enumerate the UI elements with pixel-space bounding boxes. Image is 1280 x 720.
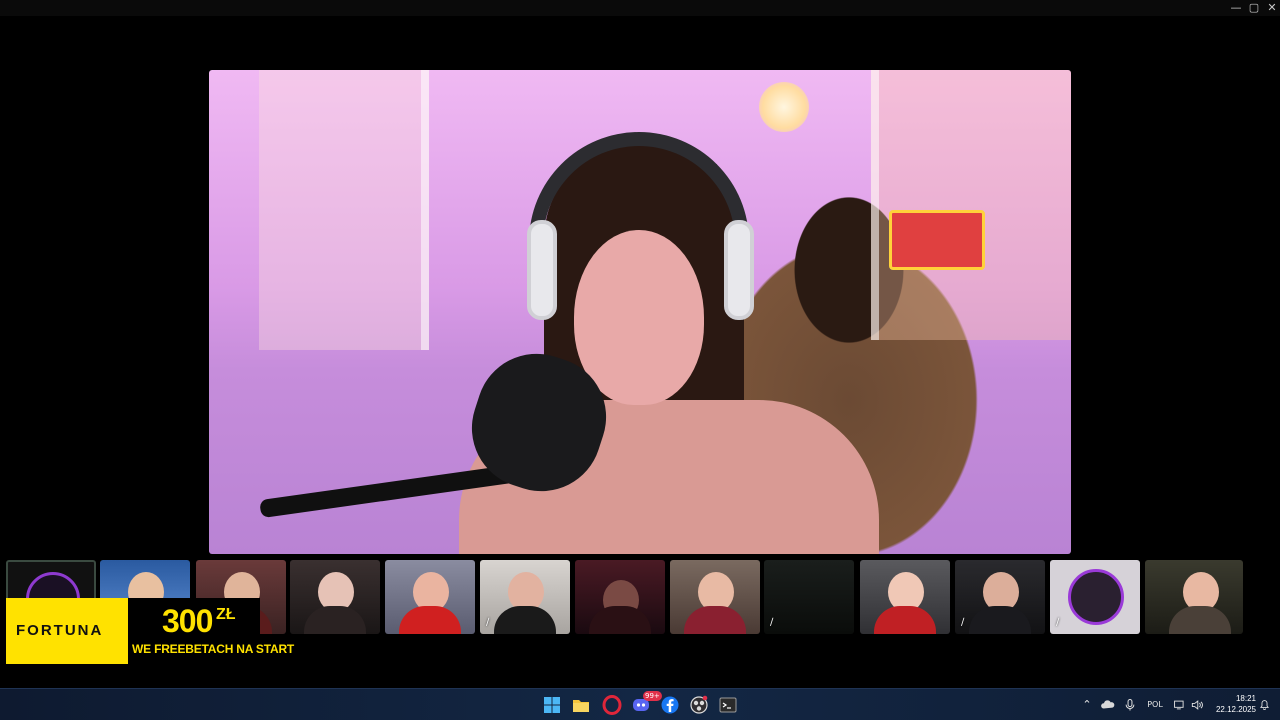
participant-torso [304,606,366,634]
ad-currency: ZŁ [216,606,236,623]
obs-icon[interactable] [688,694,710,716]
close-button[interactable]: ✕ [1262,1,1280,15]
participant-tile[interactable] [290,560,380,634]
participant-tile[interactable] [1145,560,1243,634]
network-icon[interactable] [1171,695,1189,715]
participant-tile[interactable]: ∕ [480,560,570,634]
notifications-bell-icon[interactable] [1256,695,1272,715]
mic-muted-icon: ∕ [770,617,774,628]
title-bar: — ▢ ✕ [0,0,1280,16]
participant-torso [399,606,461,634]
file-explorer-icon[interactable] [570,694,592,716]
participant-tile[interactable]: ∕ [764,560,854,634]
mic-muted-icon: ∕ [1056,617,1060,628]
ad-subtitle: WE FREEBETACH NA START [132,642,295,656]
windows-start-icon[interactable] [541,694,563,716]
background-shelf-left [259,70,429,350]
participant-tile[interactable] [670,560,760,634]
participant-torso [1169,606,1231,634]
taskbar: 99+ ⌃ POL 18:21 22.12.2025 [0,688,1280,720]
fortuna-ad-banner[interactable]: FORTUNA 300 ZŁ WE FREEBETACH NA START [6,598,294,664]
participant-tile[interactable] [860,560,950,634]
participant-torso [589,606,651,634]
show-hidden-icons-chevron-icon[interactable]: ⌃ [1079,695,1095,715]
participant-tile[interactable]: ∕ [1050,560,1140,634]
language-indicator[interactable]: POL [1142,695,1168,715]
volume-icon[interactable] [1188,695,1206,715]
mic-muted-icon: ∕ [961,617,965,628]
participant-tile[interactable] [575,560,665,634]
background-shelf-right [871,70,1071,340]
microphone-tray-icon[interactable] [1121,695,1139,715]
speaker-face [574,230,704,405]
ad-offer-panel: 300 ZŁ WE FREEBETACH NA START [128,598,294,664]
participant-tile[interactable] [385,560,475,634]
main-video[interactable] [209,70,1071,554]
participant-torso [684,606,746,634]
discord-icon[interactable]: 99+ [630,691,662,716]
participant-tile[interactable]: ∕ [955,560,1045,634]
avatar [1068,569,1124,625]
headphone-cup-right [724,220,754,320]
facebook-icon[interactable] [659,694,681,716]
maximize-button[interactable]: ▢ [1244,1,1264,15]
opera-icon[interactable] [601,694,623,716]
headphones-icon [529,132,749,252]
terminal-icon[interactable] [717,694,739,716]
clock-date: 22.12.2025 [1215,705,1256,714]
ad-amount: 300 [162,603,213,639]
clock[interactable]: 18:21 22.12.2025 [1208,693,1256,717]
background-sign [889,210,985,270]
clock-time: 18:21 [1235,694,1256,703]
app-window: — ▢ ✕ ∕ ∕ ∕ ∕ FORTUNA 300 ZŁ WE FREEBETA… [0,0,1280,688]
participant-torso [874,606,936,634]
ad-brand: FORTUNA [16,622,104,639]
minimize-button[interactable]: — [1226,1,1246,15]
ad-fine-print [10,654,130,660]
background-lamp [759,82,809,132]
ad-brand-panel: FORTUNA [6,598,132,664]
mic-muted-icon: ∕ [486,617,490,628]
participant-torso [494,606,556,634]
onedrive-icon[interactable] [1099,695,1117,715]
participant-torso [969,606,1031,634]
headphone-cup-left [527,220,557,320]
